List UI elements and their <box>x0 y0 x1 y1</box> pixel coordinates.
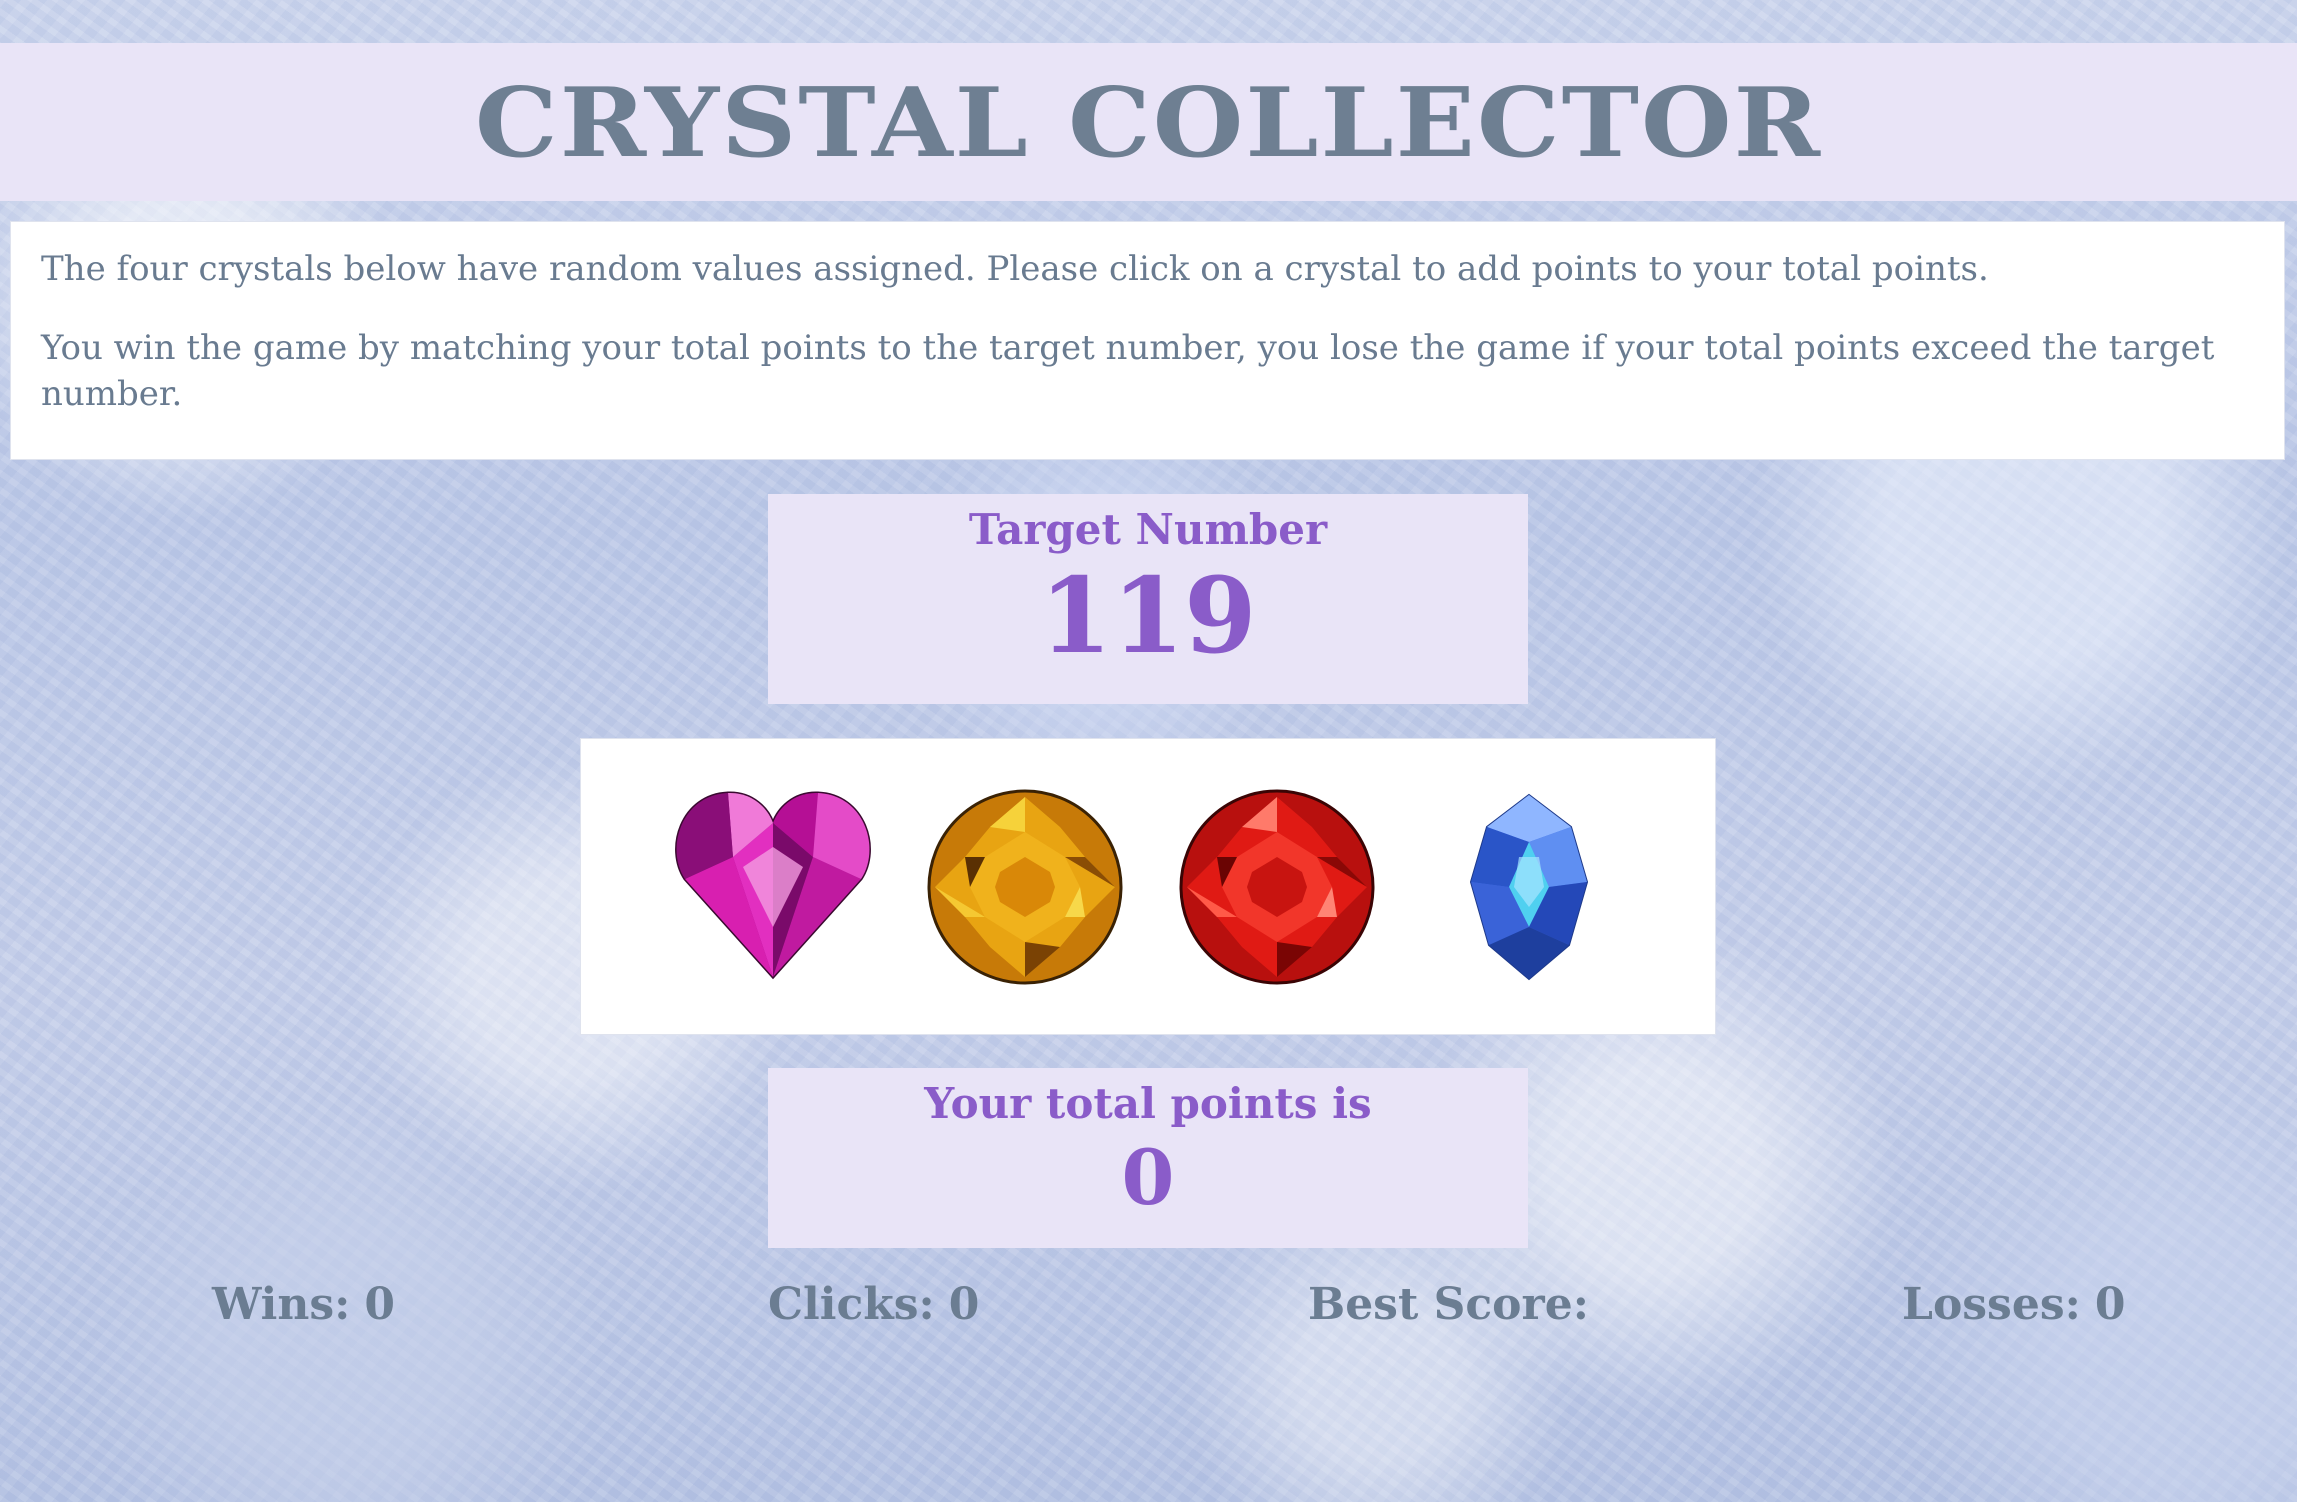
losses-stat: Losses: 0 <box>1902 1277 2125 1333</box>
total-points-value: 0 <box>1121 1133 1175 1222</box>
losses-value: 0 <box>2094 1279 2126 1330</box>
instructions-line-2: You win the game by matching your total … <box>41 328 2215 414</box>
total-points-panel: Your total points is 0 <box>768 1068 1528 1248</box>
crystals-container <box>580 738 1716 1035</box>
wins-label: Wins: <box>212 1279 351 1330</box>
best-score-stat: Best Score: <box>1308 1277 1603 1333</box>
instructions-line-1: The four crystals below have random valu… <box>41 249 1989 289</box>
orange-round-crystal-icon[interactable] <box>925 787 1125 987</box>
instructions-box: The four crystals below have random valu… <box>10 221 2285 460</box>
red-round-crystal-icon[interactable] <box>1177 787 1377 987</box>
blue-crystal-icon[interactable] <box>1459 787 1599 987</box>
clicks-stat: Clicks: 0 <box>768 1277 979 1333</box>
target-number-panel: Target Number 119 <box>768 494 1528 704</box>
target-number-value: 119 <box>1039 554 1257 677</box>
page-title: CRYSTAL COLLECTOR <box>474 65 1823 179</box>
heart-crystal-icon[interactable] <box>673 787 873 987</box>
wins-value: 0 <box>364 1279 395 1330</box>
losses-label: Losses: <box>1902 1279 2081 1330</box>
clicks-label: Clicks: <box>768 1279 935 1330</box>
target-number-label: Target Number <box>968 505 1328 554</box>
page-header: CRYSTAL COLLECTOR <box>0 43 2297 201</box>
wins-stat: Wins: 0 <box>212 1277 395 1333</box>
clicks-value: 0 <box>948 1279 980 1330</box>
total-points-label: Your total points is <box>924 1079 1372 1128</box>
best-score-label: Best Score: <box>1308 1279 1589 1330</box>
